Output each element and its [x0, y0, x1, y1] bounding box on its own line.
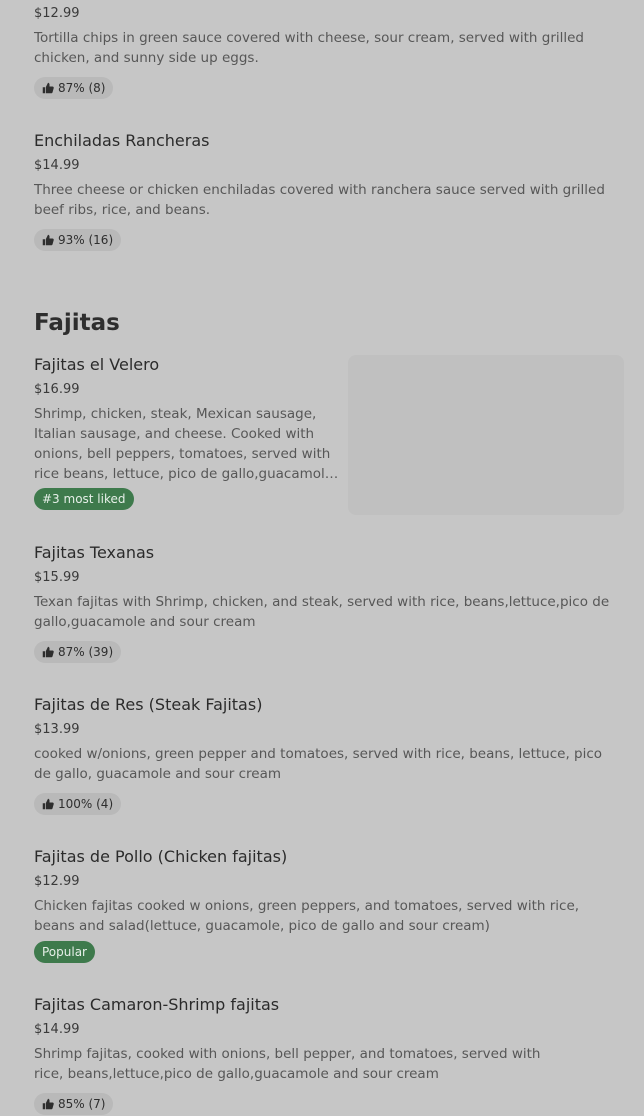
rating-text: 87% (39) [58, 645, 114, 659]
thumbs-up-icon [42, 646, 54, 658]
rating-pill: 85% (7) [34, 1093, 114, 1115]
item-description: Texan fajitas with Shrimp, chicken, and … [34, 594, 610, 630]
item-price: $12.99 [34, 874, 80, 889]
rating-text: 100% (4) [58, 797, 114, 811]
thumbs-up-icon [42, 82, 54, 94]
item-price: $14.99 [34, 1022, 80, 1037]
item-description: Shrimp, chicken, steak, Mexican sausage,… [34, 406, 334, 482]
section-title-fajitas: Fajitas [34, 310, 120, 336]
thumbs-up-icon [42, 1098, 54, 1110]
most-liked-badge: #3 most liked [34, 488, 134, 510]
item-description: Three cheese or chicken enchiladas cover… [34, 182, 605, 218]
item-description: Tortilla chips in green sauce covered wi… [34, 30, 584, 66]
rating-pill: 100% (4) [34, 793, 122, 815]
thumbs-up-icon [42, 234, 54, 246]
rating-text: 87% (8) [58, 81, 106, 95]
item-name: Fajitas Camaron-Shrimp fajitas [34, 995, 280, 1014]
item-price: $15.99 [34, 570, 80, 585]
rating-pill: 93% (16) [34, 229, 122, 251]
item-description: Shrimp fajitas, cooked with onions, bell… [34, 1046, 541, 1082]
item-price: $12.99 [34, 6, 80, 21]
item-name: Fajitas de Res (Steak Fajitas) [34, 695, 263, 714]
item-name: Fajitas el Velero [34, 355, 160, 374]
item-description: cooked w/onions, green pepper and tomato… [34, 746, 603, 782]
rating-pill: 87% (39) [34, 641, 122, 663]
item-name: Enchiladas Rancheras [34, 131, 210, 150]
item-description: Chicken fajitas cooked w onions, green p… [34, 898, 580, 934]
rating-text: 85% (7) [58, 1097, 106, 1111]
item-image[interactable] [348, 355, 624, 515]
item-price: $14.99 [34, 158, 80, 173]
item-name: Fajitas Texanas [34, 543, 155, 562]
item-name: Fajitas de Pollo (Chicken fajitas) [34, 847, 288, 866]
rating-pill: 87% (8) [34, 77, 114, 99]
thumbs-up-icon [42, 798, 54, 810]
item-price: $16.99 [34, 382, 80, 397]
item-price: $13.99 [34, 722, 80, 737]
rating-text: 93% (16) [58, 233, 114, 247]
popular-badge: Popular [34, 941, 95, 963]
